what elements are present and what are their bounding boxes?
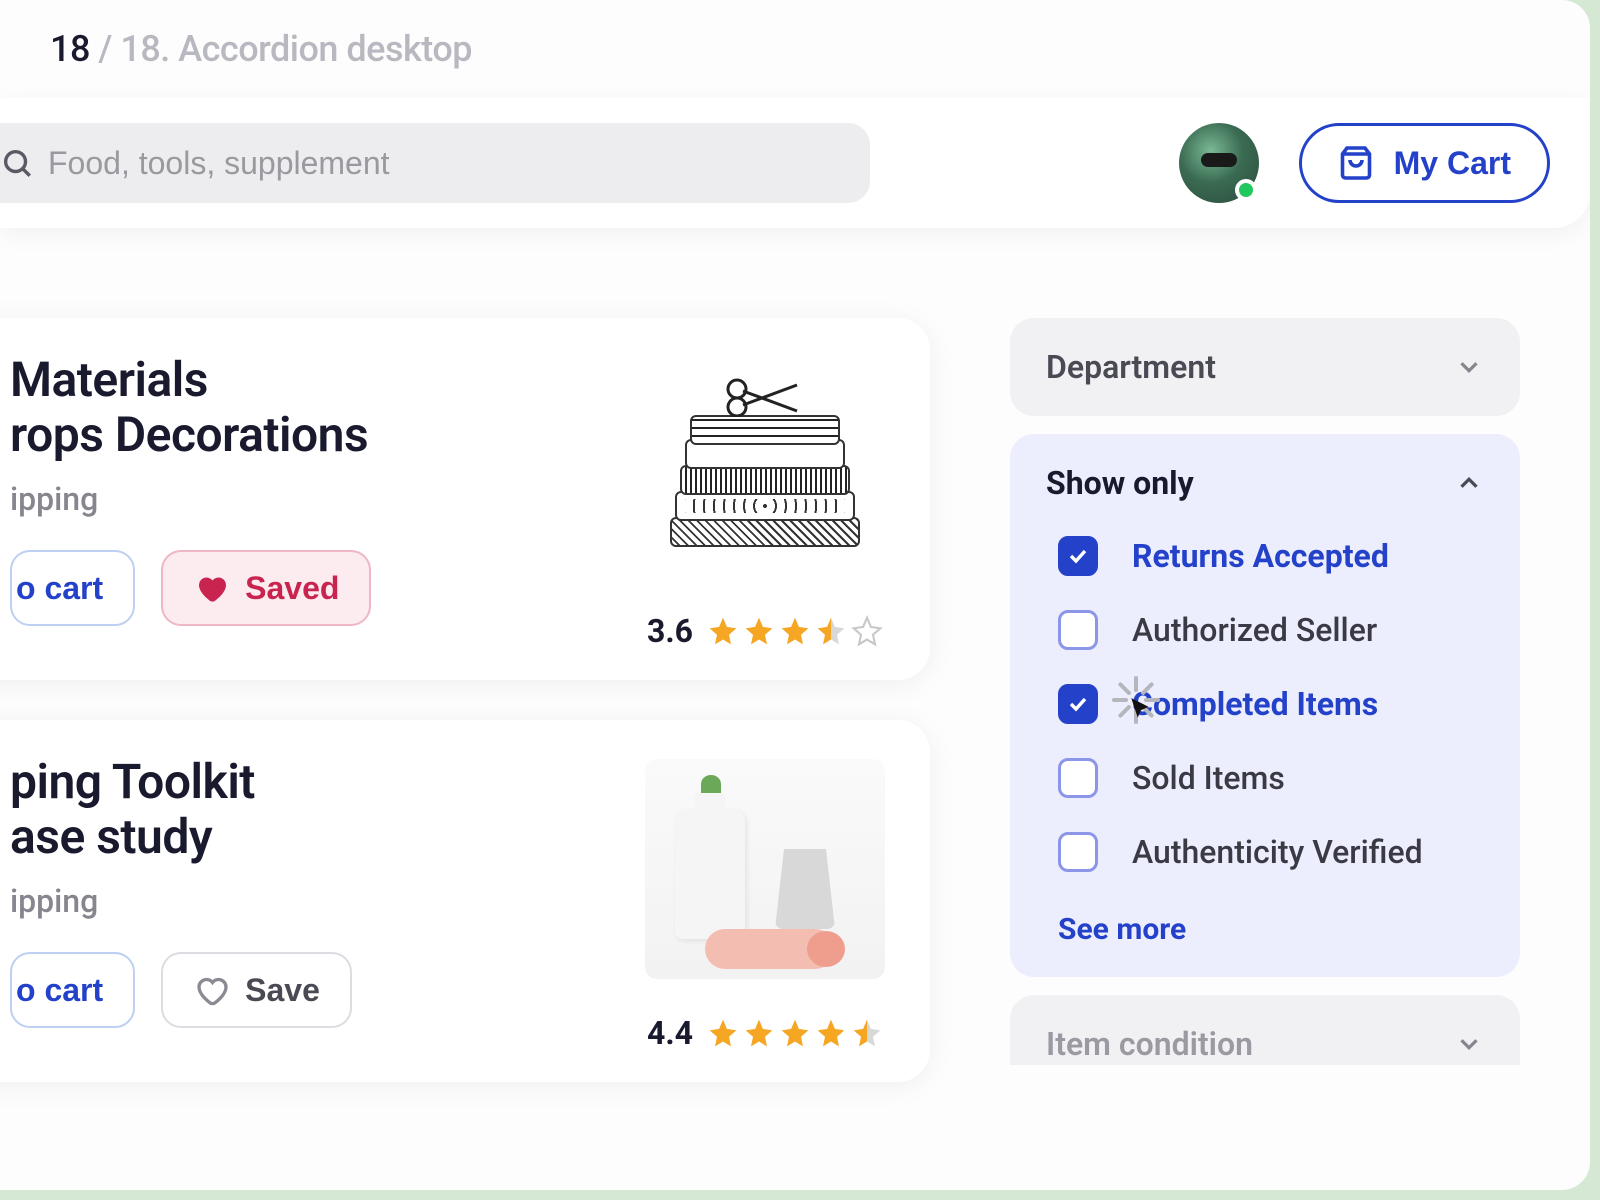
product-image [645, 352, 885, 582]
filter-completed-items[interactable]: Completed Items [1058, 684, 1484, 724]
accordion-item-condition[interactable]: Item condition [1010, 995, 1520, 1065]
accordion-title: Show only [1046, 464, 1194, 502]
star-icon [779, 1017, 811, 1049]
rating-value: 3.6 [647, 612, 693, 650]
rating-value: 4.4 [647, 1014, 693, 1052]
product-card[interactable]: Materials rops Decorations ipping o cart… [0, 318, 930, 680]
star-rating [707, 1017, 883, 1049]
rating: 4.4 [647, 1014, 883, 1052]
filter-label: Authorized Seller [1132, 611, 1377, 649]
checkbox-checked-icon [1058, 536, 1098, 576]
filter-sold-items[interactable]: Sold Items [1058, 758, 1484, 798]
checkbox-icon [1058, 832, 1098, 872]
breadcrumb: 18 / 18. Accordion desktop [0, 0, 1590, 98]
chevron-down-icon [1454, 352, 1484, 382]
rating: 3.6 [647, 612, 883, 650]
checkbox-icon [1058, 758, 1098, 798]
star-half-icon [815, 615, 847, 647]
checkbox-icon [1058, 610, 1098, 650]
product-image [645, 754, 885, 984]
star-icon [815, 1017, 847, 1049]
filter-authorized-seller[interactable]: Authorized Seller [1058, 610, 1484, 650]
breadcrumb-rest: 18. Accordion desktop [120, 28, 472, 70]
star-half-icon [851, 1017, 883, 1049]
add-to-cart-button[interactable]: o cart [10, 952, 135, 1028]
accordion-title: Department [1046, 348, 1216, 386]
shopping-bag-icon [1338, 145, 1374, 181]
filter-authenticity-verified[interactable]: Authenticity Verified [1058, 832, 1484, 872]
filter-label: Returns Accepted [1132, 537, 1389, 575]
star-icon [707, 1017, 739, 1049]
filter-label: Completed Items [1132, 685, 1378, 723]
product-title: ping Toolkit ase study [10, 754, 600, 864]
product-list: Materials rops Decorations ipping o cart… [0, 318, 930, 1082]
topbar: My Cart [0, 98, 1590, 228]
heart-outline-icon [193, 972, 229, 1008]
filter-label: Sold Items [1132, 759, 1285, 797]
breadcrumb-current: 18 [50, 28, 90, 70]
product-title: Materials rops Decorations [10, 352, 600, 462]
filter-label: Authenticity Verified [1132, 833, 1423, 871]
accordion-header[interactable]: Show only [1046, 464, 1484, 502]
shipping-label: ipping [10, 882, 600, 920]
accordion-show-only: Show only Returns Accepted Authorized Se… [1010, 434, 1520, 977]
accordion-department[interactable]: Department [1010, 318, 1520, 416]
chevron-down-icon [1454, 1029, 1484, 1059]
search-field[interactable] [0, 123, 870, 203]
star-icon [743, 615, 775, 647]
save-button[interactable]: Save [161, 952, 352, 1028]
search-input[interactable] [48, 145, 846, 182]
star-icon [743, 1017, 775, 1049]
star-icon [707, 615, 739, 647]
checkbox-checked-icon [1058, 684, 1098, 724]
star-icon [779, 615, 811, 647]
add-to-cart-button[interactable]: o cart [10, 550, 135, 626]
star-rating [707, 615, 883, 647]
shipping-label: ipping [10, 480, 600, 518]
avatar[interactable] [1179, 123, 1259, 203]
saved-button[interactable]: Saved [161, 550, 371, 626]
filter-sidebar: Department Show only Returns Accepted [1010, 318, 1520, 1082]
search-icon [0, 146, 34, 180]
heart-filled-icon [193, 570, 229, 606]
presence-indicator [1235, 179, 1257, 201]
star-empty-icon [851, 615, 883, 647]
cart-label: My Cart [1394, 145, 1511, 182]
filter-returns-accepted[interactable]: Returns Accepted [1058, 536, 1484, 576]
accordion-title: Item condition [1046, 1025, 1253, 1063]
my-cart-button[interactable]: My Cart [1299, 123, 1550, 203]
product-card[interactable]: ping Toolkit ase study ipping o cart Sav… [0, 720, 930, 1082]
chevron-up-icon [1454, 468, 1484, 498]
see-more-link[interactable]: See more [1058, 912, 1484, 947]
